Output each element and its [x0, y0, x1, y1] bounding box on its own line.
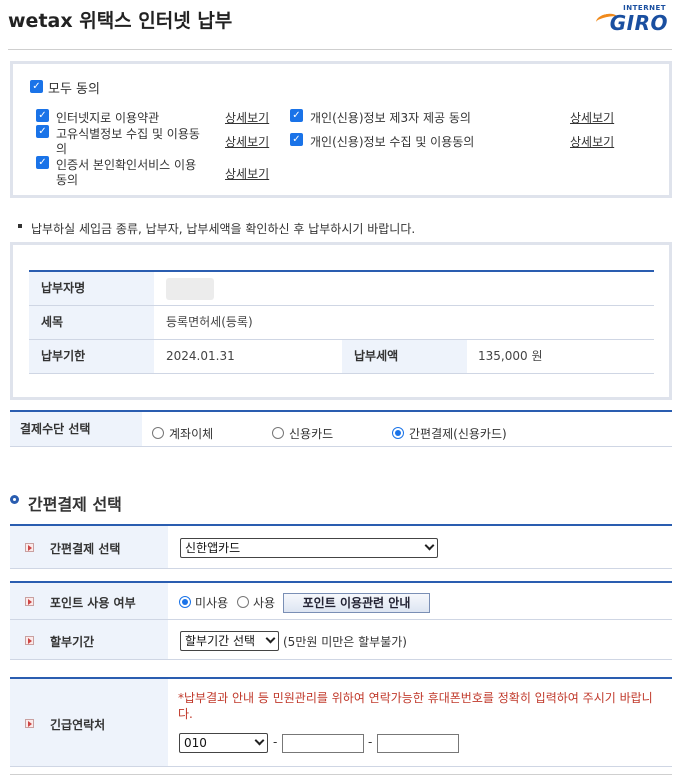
agree-all-label: 모두 동의: [48, 82, 100, 97]
amount-label: 납부세액: [342, 340, 467, 373]
phone-prefix-value: 010: [184, 736, 207, 750]
contact-label: 긴급연락처: [50, 718, 106, 732]
arrow-icon: [25, 597, 34, 606]
points-row: 포인트 사용 여부 미사용 사용 포인트 이용관련 안내: [10, 583, 672, 620]
agree-unique-id-label-cont: 의: [56, 142, 68, 156]
agree-terms-detail-link[interactable]: 상세보기: [225, 109, 269, 126]
agree-unique-id-detail-link[interactable]: 상세보기: [225, 133, 269, 150]
agreement-box: ✓ 모두 동의 ✓ 인터넷지로 이용약관 상세보기 ✓ 고유식별정보 수집 및 …: [10, 61, 672, 198]
easypay-label-cell: 간편결제 선택: [10, 526, 168, 568]
points-guide-button[interactable]: 포인트 이용관련 안내: [283, 593, 430, 613]
agree-terms-label: 인터넷지로 이용약관: [56, 111, 160, 125]
agree-collect-checkbox[interactable]: ✓: [290, 133, 303, 146]
agree-all-checkbox[interactable]: ✓: [30, 80, 43, 93]
agree-third-party-label: 개인(신용)정보 제3자 제공 동의: [310, 111, 471, 125]
chevron-down-icon: [265, 633, 276, 644]
points-yes-label: 사용: [253, 596, 276, 610]
points-installment-block: 포인트 사용 여부 미사용 사용 포인트 이용관련 안내 할부기간 할부기간 선…: [10, 581, 672, 660]
section-bullet-icon: [10, 495, 19, 504]
points-no-label: 미사용: [195, 596, 229, 610]
easypay-label: 간편결제 선택: [50, 542, 121, 556]
option-easy-pay: 간편결제(신용카드): [409, 427, 507, 441]
installment-label-cell: 할부기간: [10, 620, 168, 659]
easypay-row: 간편결제 선택 신한앱카드: [10, 526, 672, 569]
easypay-selected-value: 신한앱카드: [185, 541, 241, 555]
points-label: 포인트 사용 여부: [50, 596, 136, 610]
installment-selected-value: 할부기간 선택: [185, 634, 256, 648]
option-credit-card: 신용카드: [289, 427, 334, 441]
radio-easy-pay[interactable]: [392, 427, 404, 439]
agree-terms-checkbox[interactable]: ✓: [36, 109, 49, 122]
agree-unique-id-label: 고유식별정보 수집 및 이용동: [56, 127, 200, 141]
arrow-icon: [25, 636, 34, 645]
agree-cert-detail-link[interactable]: 상세보기: [225, 165, 269, 182]
phone-last-input[interactable]: [377, 734, 459, 753]
logo-big-text: GIRO: [609, 11, 668, 35]
agree-cert-checkbox[interactable]: ✓: [36, 156, 49, 169]
bullet-icon: [18, 224, 22, 228]
notice-text: 납부하실 세입금 종류, 납부자, 납부세액을 확인하신 후 납부하시기 바랍니…: [31, 222, 416, 236]
agree-third-party-checkbox[interactable]: ✓: [290, 109, 303, 122]
page-header: wetax 위택스 인터넷 납부 INTERNET GIRO: [8, 0, 672, 50]
payer-name-redacted: [166, 278, 214, 300]
payer-label: 납부자명: [29, 272, 154, 305]
agree-third-party-detail-link[interactable]: 상세보기: [570, 109, 614, 126]
phone-dash-2: -: [368, 735, 373, 749]
phone-middle-input[interactable]: [282, 734, 364, 753]
radio-credit-card[interactable]: [272, 427, 284, 439]
phone-dash-1: -: [273, 735, 278, 749]
due-amount-row: 납부기한 2024.01.31 납부세액 135,000 원: [29, 340, 654, 374]
payment-method-label: 결제수단 선택: [10, 412, 142, 446]
agree-collect-detail-link[interactable]: 상세보기: [570, 133, 614, 150]
agree-collect-label: 개인(신용)정보 수집 및 이용동의: [310, 135, 475, 149]
giro-logo: INTERNET GIRO: [594, 4, 670, 35]
installment-note: (5만원 미만은 할부불가): [283, 635, 407, 649]
radio-points-no[interactable]: [179, 596, 191, 608]
tax-info-box: 납부자명 세목 등록면허세(등록) 납부기한 2024.01.31 납부세액 1…: [10, 242, 672, 400]
amount-value: 135,000 원: [478, 349, 543, 363]
contact-block: 긴급연락처 *납부결과 안내 등 민원관리를 위하여 연락가능한 휴대폰번호를 …: [10, 677, 672, 767]
phone-prefix-select[interactable]: 010: [179, 733, 268, 753]
due-date-label: 납부기한: [29, 340, 154, 373]
installment-select[interactable]: 할부기간 선택: [180, 631, 279, 651]
easypay-block: 간편결제 선택 신한앱카드: [10, 524, 672, 569]
points-label-cell: 포인트 사용 여부: [10, 583, 168, 619]
contact-label-cell: 긴급연락처: [10, 679, 168, 766]
tax-type-value: 등록면허세(등록): [166, 315, 253, 329]
agree-cert-label-cont: 동의: [56, 173, 79, 187]
payer-row: 납부자명: [29, 272, 654, 306]
arrow-icon: [25, 719, 34, 728]
contact-row: 긴급연락처 *납부결과 안내 등 민원관리를 위하여 연락가능한 휴대폰번호를 …: [10, 679, 672, 767]
chevron-down-icon: [254, 735, 265, 746]
tax-type-row: 세목 등록면허세(등록): [29, 306, 654, 340]
page-title: wetax 위택스 인터넷 납부: [8, 10, 233, 32]
option-account-transfer: 계좌이체: [169, 427, 214, 441]
bottom-divider: [10, 774, 672, 775]
chevron-down-icon: [424, 540, 435, 551]
tax-type-label: 세목: [29, 306, 154, 339]
radio-account-transfer[interactable]: [152, 427, 164, 439]
payment-method-row: 결제수단 선택 계좌이체 신용카드 간편결제(신용카드): [10, 410, 672, 447]
tax-info-table: 납부자명 세목 등록면허세(등록) 납부기한 2024.01.31 납부세액 1…: [29, 270, 654, 374]
easypay-select[interactable]: 신한앱카드: [180, 538, 438, 558]
arrow-icon: [25, 543, 34, 552]
radio-points-yes[interactable]: [237, 596, 249, 608]
contact-notice: *납부결과 안내 등 민원관리를 위하여 연락가능한 휴대폰번호를 정확히 입력…: [178, 691, 653, 721]
agree-unique-id-checkbox[interactable]: ✓: [36, 125, 49, 138]
installment-row: 할부기간 할부기간 선택 (5만원 미만은 할부불가): [10, 620, 672, 660]
installment-label: 할부기간: [50, 635, 95, 649]
due-date-value: 2024.01.31: [166, 349, 235, 363]
